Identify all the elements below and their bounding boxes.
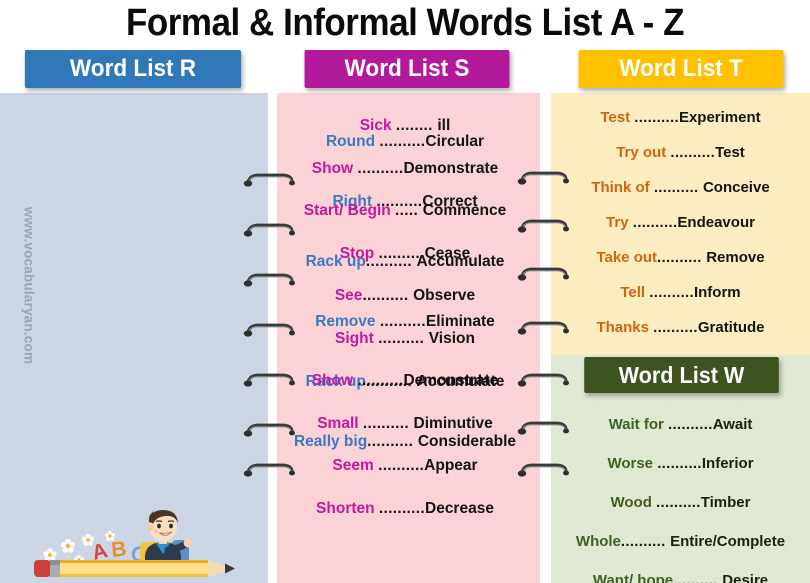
- word-pair-row: Test ..........Experiment: [551, 110, 810, 125]
- dot-leader: ..........: [657, 249, 707, 266]
- informal-word: Start/ Begin: [303, 202, 396, 219]
- word-list-w-header: Word List W: [584, 357, 779, 393]
- informal-word: Shorten: [316, 499, 379, 517]
- dot-leader: ..........: [378, 499, 425, 517]
- informal-word: Whole: [575, 533, 621, 550]
- informal-word: Sight: [335, 329, 379, 347]
- word-pair-row: Tell ..........Inform: [551, 285, 810, 300]
- word-list-w-rows: Wait for ..........Await Worse ..........…: [551, 417, 810, 583]
- informal-word: Wood: [610, 494, 657, 511]
- informal-word: Small: [317, 414, 363, 432]
- informal-word: Stop: [339, 244, 379, 262]
- dot-leader: .....: [395, 202, 423, 219]
- formal-word: Inferior: [701, 455, 754, 472]
- word-pair-row: Wood ..........Timber: [551, 495, 810, 510]
- formal-word: Demonstrate: [403, 372, 499, 389]
- informal-word: Sick: [359, 117, 396, 134]
- formal-word: Gratitude: [697, 319, 765, 336]
- formal-word: Entire/Complete: [670, 533, 786, 550]
- formal-word: Experiment: [678, 109, 761, 126]
- word-pair-row: Take out.......... Remove: [551, 250, 810, 265]
- word-list-t-rows: Test ..........Experiment Try out .......…: [551, 110, 810, 355]
- informal-word: Try out: [616, 144, 671, 161]
- informal-word: See: [334, 287, 363, 304]
- formal-word: Vision: [428, 329, 475, 347]
- dot-leader: ..........: [357, 159, 404, 177]
- formal-word: Commence: [422, 202, 507, 219]
- dot-leader: ........: [395, 117, 438, 134]
- word-pair-row: Thanks ..........Gratitude: [551, 320, 810, 335]
- dot-leader: ..........: [357, 372, 404, 389]
- informal-word: Try: [606, 214, 633, 231]
- dot-leader: ..........: [378, 244, 425, 262]
- informal-word: Take out: [596, 249, 658, 266]
- dot-leader: ..........: [649, 284, 694, 301]
- dot-leader: ..........: [670, 144, 716, 161]
- formal-word: Timber: [700, 494, 751, 511]
- formal-word: Remove: [706, 249, 765, 266]
- formal-word: Observe: [413, 287, 476, 304]
- formal-word: Test: [715, 144, 745, 161]
- word-list-r-header: Word List R: [24, 50, 242, 88]
- dot-leader: ..........: [653, 179, 703, 196]
- informal-word: Test: [600, 109, 635, 126]
- word-list-t-header: Word List T: [578, 50, 784, 88]
- word-pair-row: Try out ..........Test: [551, 145, 810, 160]
- formal-word: Desire: [722, 572, 769, 583]
- dot-leader: ..........: [657, 455, 702, 472]
- page-title: Formal & Informal Words List A - Z: [125, 2, 684, 44]
- informal-word: Seem: [332, 457, 379, 474]
- informal-word: Think of: [591, 179, 654, 196]
- dot-leader: ..........: [362, 287, 414, 304]
- boy-riding-pencil-illustration: A B C: [32, 500, 264, 583]
- formal-word: Diminutive: [413, 414, 493, 432]
- dot-leader: ..........: [620, 533, 671, 550]
- dot-leader: ..........: [378, 457, 425, 474]
- informal-word: Show: [311, 372, 358, 389]
- formal-word: Cease: [424, 244, 471, 262]
- formal-word: Inform: [693, 284, 741, 301]
- site-watermark: www.vocabularyan.com: [21, 206, 37, 365]
- informal-word: Show: [311, 159, 358, 177]
- word-pair-row: Think of .......... Conceive: [551, 180, 810, 195]
- informal-word: Worse: [607, 455, 658, 472]
- formal-word: Endeavour: [677, 214, 755, 231]
- worksheet-page: Formal & Informal Words List A - Z Word …: [0, 0, 810, 583]
- formal-word: Conceive: [702, 179, 770, 196]
- dot-leader: ..........: [653, 319, 698, 336]
- svg-text:B: B: [110, 538, 127, 562]
- word-pair-row: Worse ..........Inferior: [551, 456, 810, 471]
- informal-word: Want/ hope: [592, 572, 674, 583]
- formal-word: Await: [712, 416, 753, 433]
- dot-leader: ..........: [668, 416, 713, 433]
- word-pair-row: Try ..........Endeavour: [551, 215, 810, 230]
- dot-leader: ..........: [362, 414, 414, 432]
- formal-word: Decrease: [425, 499, 494, 517]
- word-pair-row: Wait for ..........Await: [551, 417, 810, 432]
- word-pair-row: Want/ hope.......... Desire: [551, 573, 810, 583]
- informal-word: Thanks: [596, 319, 654, 336]
- dot-leader: ..........: [673, 572, 723, 583]
- formal-word: Appear: [424, 457, 478, 474]
- formal-word: ill: [437, 117, 451, 134]
- informal-word: Wait for: [608, 416, 668, 433]
- word-list-s-header: Word List S: [304, 50, 510, 88]
- dot-leader: ..........: [378, 329, 429, 347]
- dot-leader: ..........: [634, 109, 679, 126]
- formal-word: Demonstrate: [403, 159, 499, 177]
- informal-word: Tell: [620, 284, 650, 301]
- word-pair-row: Whole.......... Entire/Complete: [551, 534, 810, 549]
- dot-leader: ..........: [632, 214, 678, 231]
- dot-leader: ..........: [656, 494, 701, 511]
